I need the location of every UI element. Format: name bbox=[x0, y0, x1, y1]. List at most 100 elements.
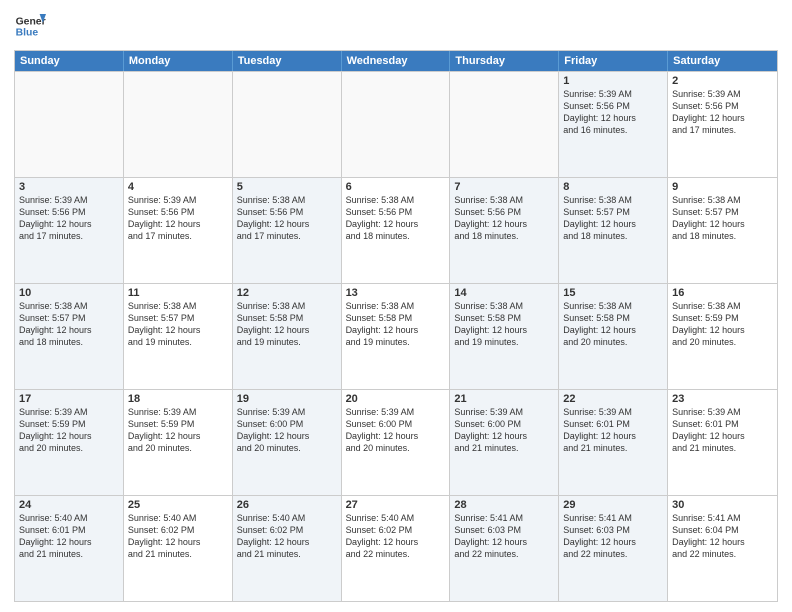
day-info: Sunrise: 5:40 AM Sunset: 6:02 PM Dayligh… bbox=[237, 512, 337, 561]
day-number: 5 bbox=[237, 181, 337, 193]
calendar-cell: 22Sunrise: 5:39 AM Sunset: 6:01 PM Dayli… bbox=[559, 390, 668, 495]
calendar-cell: 16Sunrise: 5:38 AM Sunset: 5:59 PM Dayli… bbox=[668, 284, 777, 389]
day-number: 13 bbox=[346, 287, 446, 299]
day-number: 6 bbox=[346, 181, 446, 193]
calendar-cell: 18Sunrise: 5:39 AM Sunset: 5:59 PM Dayli… bbox=[124, 390, 233, 495]
day-info: Sunrise: 5:40 AM Sunset: 6:02 PM Dayligh… bbox=[128, 512, 228, 561]
day-number: 11 bbox=[128, 287, 228, 299]
calendar-cell bbox=[124, 72, 233, 177]
calendar-cell: 23Sunrise: 5:39 AM Sunset: 6:01 PM Dayli… bbox=[668, 390, 777, 495]
day-number: 19 bbox=[237, 393, 337, 405]
day-number: 1 bbox=[563, 75, 663, 87]
calendar-row: 3Sunrise: 5:39 AM Sunset: 5:56 PM Daylig… bbox=[15, 177, 777, 283]
day-info: Sunrise: 5:38 AM Sunset: 5:58 PM Dayligh… bbox=[454, 300, 554, 349]
calendar-cell bbox=[15, 72, 124, 177]
calendar-row: 24Sunrise: 5:40 AM Sunset: 6:01 PM Dayli… bbox=[15, 495, 777, 601]
day-number: 28 bbox=[454, 499, 554, 511]
day-info: Sunrise: 5:39 AM Sunset: 6:01 PM Dayligh… bbox=[672, 406, 773, 455]
weekday-header: Wednesday bbox=[342, 51, 451, 71]
page: General Blue SundayMondayTuesdayWednesda… bbox=[0, 0, 792, 612]
day-info: Sunrise: 5:38 AM Sunset: 5:58 PM Dayligh… bbox=[563, 300, 663, 349]
calendar-cell: 7Sunrise: 5:38 AM Sunset: 5:56 PM Daylig… bbox=[450, 178, 559, 283]
day-number: 29 bbox=[563, 499, 663, 511]
logo-icon: General Blue bbox=[14, 10, 46, 42]
calendar-cell: 14Sunrise: 5:38 AM Sunset: 5:58 PM Dayli… bbox=[450, 284, 559, 389]
day-number: 20 bbox=[346, 393, 446, 405]
day-number: 22 bbox=[563, 393, 663, 405]
calendar-cell: 17Sunrise: 5:39 AM Sunset: 5:59 PM Dayli… bbox=[15, 390, 124, 495]
day-info: Sunrise: 5:39 AM Sunset: 6:00 PM Dayligh… bbox=[346, 406, 446, 455]
day-number: 18 bbox=[128, 393, 228, 405]
day-info: Sunrise: 5:41 AM Sunset: 6:03 PM Dayligh… bbox=[454, 512, 554, 561]
day-number: 9 bbox=[672, 181, 773, 193]
calendar-cell: 1Sunrise: 5:39 AM Sunset: 5:56 PM Daylig… bbox=[559, 72, 668, 177]
day-info: Sunrise: 5:38 AM Sunset: 5:58 PM Dayligh… bbox=[346, 300, 446, 349]
day-number: 16 bbox=[672, 287, 773, 299]
calendar-cell: 5Sunrise: 5:38 AM Sunset: 5:56 PM Daylig… bbox=[233, 178, 342, 283]
calendar-cell: 30Sunrise: 5:41 AM Sunset: 6:04 PM Dayli… bbox=[668, 496, 777, 601]
header: General Blue bbox=[14, 10, 778, 42]
weekday-header: Sunday bbox=[15, 51, 124, 71]
calendar-cell bbox=[233, 72, 342, 177]
day-info: Sunrise: 5:40 AM Sunset: 6:01 PM Dayligh… bbox=[19, 512, 119, 561]
weekday-header: Friday bbox=[559, 51, 668, 71]
day-number: 2 bbox=[672, 75, 773, 87]
calendar-cell: 12Sunrise: 5:38 AM Sunset: 5:58 PM Dayli… bbox=[233, 284, 342, 389]
day-info: Sunrise: 5:40 AM Sunset: 6:02 PM Dayligh… bbox=[346, 512, 446, 561]
calendar-cell: 4Sunrise: 5:39 AM Sunset: 5:56 PM Daylig… bbox=[124, 178, 233, 283]
calendar-header: SundayMondayTuesdayWednesdayThursdayFrid… bbox=[15, 51, 777, 71]
day-info: Sunrise: 5:38 AM Sunset: 5:58 PM Dayligh… bbox=[237, 300, 337, 349]
calendar-body: 1Sunrise: 5:39 AM Sunset: 5:56 PM Daylig… bbox=[15, 71, 777, 601]
calendar-cell: 8Sunrise: 5:38 AM Sunset: 5:57 PM Daylig… bbox=[559, 178, 668, 283]
calendar-cell: 20Sunrise: 5:39 AM Sunset: 6:00 PM Dayli… bbox=[342, 390, 451, 495]
calendar: SundayMondayTuesdayWednesdayThursdayFrid… bbox=[14, 50, 778, 602]
calendar-cell: 26Sunrise: 5:40 AM Sunset: 6:02 PM Dayli… bbox=[233, 496, 342, 601]
calendar-cell: 29Sunrise: 5:41 AM Sunset: 6:03 PM Dayli… bbox=[559, 496, 668, 601]
calendar-cell: 13Sunrise: 5:38 AM Sunset: 5:58 PM Dayli… bbox=[342, 284, 451, 389]
calendar-cell: 27Sunrise: 5:40 AM Sunset: 6:02 PM Dayli… bbox=[342, 496, 451, 601]
day-number: 24 bbox=[19, 499, 119, 511]
calendar-cell: 24Sunrise: 5:40 AM Sunset: 6:01 PM Dayli… bbox=[15, 496, 124, 601]
day-info: Sunrise: 5:39 AM Sunset: 6:00 PM Dayligh… bbox=[237, 406, 337, 455]
svg-text:Blue: Blue bbox=[16, 28, 39, 39]
day-number: 26 bbox=[237, 499, 337, 511]
calendar-row: 1Sunrise: 5:39 AM Sunset: 5:56 PM Daylig… bbox=[15, 71, 777, 177]
day-info: Sunrise: 5:39 AM Sunset: 6:00 PM Dayligh… bbox=[454, 406, 554, 455]
calendar-cell: 21Sunrise: 5:39 AM Sunset: 6:00 PM Dayli… bbox=[450, 390, 559, 495]
calendar-cell: 19Sunrise: 5:39 AM Sunset: 6:00 PM Dayli… bbox=[233, 390, 342, 495]
day-info: Sunrise: 5:38 AM Sunset: 5:57 PM Dayligh… bbox=[563, 194, 663, 243]
day-number: 27 bbox=[346, 499, 446, 511]
day-number: 12 bbox=[237, 287, 337, 299]
day-number: 25 bbox=[128, 499, 228, 511]
day-number: 4 bbox=[128, 181, 228, 193]
calendar-row: 10Sunrise: 5:38 AM Sunset: 5:57 PM Dayli… bbox=[15, 283, 777, 389]
day-number: 3 bbox=[19, 181, 119, 193]
logo: General Blue bbox=[14, 10, 46, 42]
day-info: Sunrise: 5:41 AM Sunset: 6:04 PM Dayligh… bbox=[672, 512, 773, 561]
day-number: 7 bbox=[454, 181, 554, 193]
calendar-cell: 11Sunrise: 5:38 AM Sunset: 5:57 PM Dayli… bbox=[124, 284, 233, 389]
day-number: 21 bbox=[454, 393, 554, 405]
weekday-header: Monday bbox=[124, 51, 233, 71]
day-info: Sunrise: 5:39 AM Sunset: 5:56 PM Dayligh… bbox=[563, 88, 663, 137]
day-number: 8 bbox=[563, 181, 663, 193]
day-info: Sunrise: 5:38 AM Sunset: 5:59 PM Dayligh… bbox=[672, 300, 773, 349]
day-info: Sunrise: 5:39 AM Sunset: 5:56 PM Dayligh… bbox=[672, 88, 773, 137]
calendar-cell: 25Sunrise: 5:40 AM Sunset: 6:02 PM Dayli… bbox=[124, 496, 233, 601]
day-info: Sunrise: 5:38 AM Sunset: 5:56 PM Dayligh… bbox=[237, 194, 337, 243]
day-info: Sunrise: 5:38 AM Sunset: 5:56 PM Dayligh… bbox=[454, 194, 554, 243]
day-number: 23 bbox=[672, 393, 773, 405]
calendar-cell: 6Sunrise: 5:38 AM Sunset: 5:56 PM Daylig… bbox=[342, 178, 451, 283]
day-info: Sunrise: 5:38 AM Sunset: 5:56 PM Dayligh… bbox=[346, 194, 446, 243]
day-info: Sunrise: 5:41 AM Sunset: 6:03 PM Dayligh… bbox=[563, 512, 663, 561]
calendar-cell: 3Sunrise: 5:39 AM Sunset: 5:56 PM Daylig… bbox=[15, 178, 124, 283]
day-info: Sunrise: 5:39 AM Sunset: 6:01 PM Dayligh… bbox=[563, 406, 663, 455]
day-number: 30 bbox=[672, 499, 773, 511]
day-info: Sunrise: 5:38 AM Sunset: 5:57 PM Dayligh… bbox=[19, 300, 119, 349]
calendar-cell: 2Sunrise: 5:39 AM Sunset: 5:56 PM Daylig… bbox=[668, 72, 777, 177]
calendar-cell: 10Sunrise: 5:38 AM Sunset: 5:57 PM Dayli… bbox=[15, 284, 124, 389]
calendar-cell bbox=[450, 72, 559, 177]
day-number: 14 bbox=[454, 287, 554, 299]
calendar-cell: 9Sunrise: 5:38 AM Sunset: 5:57 PM Daylig… bbox=[668, 178, 777, 283]
weekday-header: Saturday bbox=[668, 51, 777, 71]
